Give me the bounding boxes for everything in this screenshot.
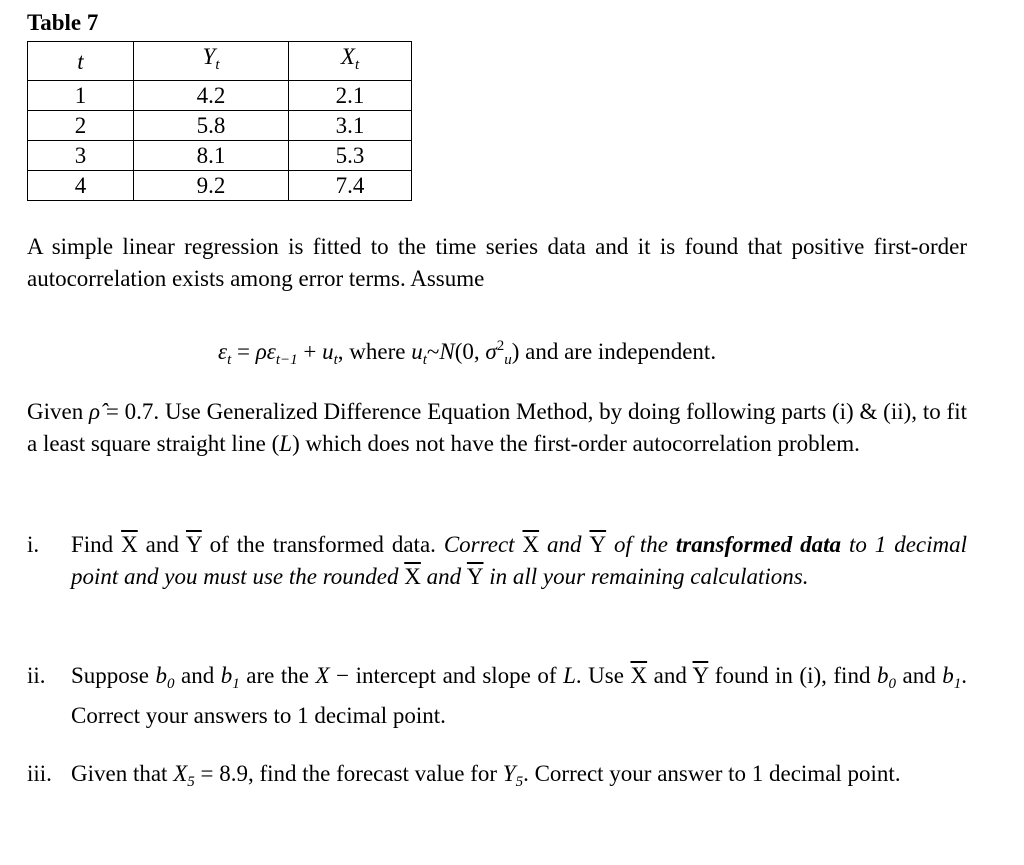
- text-fragment: − intercept and slope of: [329, 663, 564, 688]
- text-fragment: are the: [239, 663, 316, 688]
- math-fragment: transformed data: [675, 532, 842, 557]
- question-part-i: i. Find X and Y of the transformed data. …: [27, 529, 967, 593]
- table-cell: 2: [27, 110, 134, 141]
- item-label: ii.: [27, 663, 46, 688]
- math-fragment: X: [173, 761, 188, 786]
- text-fragment: . Correct your answer to 1 decimal point…: [523, 761, 901, 786]
- math-fragment: ε: [218, 339, 228, 364]
- column-header: t: [27, 41, 134, 81]
- math-fragment: X: [315, 663, 330, 688]
- text-fragment: A simple linear regression is fitted to …: [27, 234, 967, 291]
- text-fragment: = 8.9, find the forecast value for: [194, 761, 503, 786]
- table-cell: 5.3: [288, 140, 412, 171]
- text-fragment: and: [895, 663, 943, 688]
- mean-symbol: Y: [185, 532, 202, 557]
- table-cell: 8.1: [133, 140, 289, 171]
- text-fragment: +: [297, 339, 323, 364]
- table-cell: 7.4: [288, 170, 412, 201]
- table-cell: 9.2: [133, 170, 289, 201]
- text-fragment: and: [174, 663, 221, 688]
- mean-symbol: X: [404, 564, 421, 589]
- math-fragment: 1: [232, 676, 240, 692]
- text-fragment: ~: [426, 339, 440, 364]
- text-fragment: of the transformed data.: [201, 532, 444, 557]
- intro-paragraph: A simple linear regression is fitted to …: [27, 231, 967, 295]
- autocorrelation-equation: εt = ρεt−1 + ut, where ut~N(0, σ2u) and …: [218, 330, 716, 376]
- column-header: Yt: [133, 41, 289, 81]
- math-fragment: u: [504, 352, 512, 368]
- math-fragment: Y: [202, 44, 216, 69]
- math-fragment: in all your remaining calculations.: [483, 564, 809, 589]
- text-fragment: =: [231, 339, 256, 364]
- math-fragment: Correct: [443, 532, 523, 557]
- math-fragment: and: [420, 564, 467, 589]
- math-fragment: 5: [187, 774, 195, 790]
- given-paragraph: Given ρ̂ = 0.7. Use Generalized Differen…: [27, 396, 967, 460]
- question-part-iii: iii. Given that X5 = 8.9, find the foreca…: [27, 758, 967, 798]
- math-fragment: 5: [515, 774, 524, 790]
- math-fragment: t: [354, 57, 360, 73]
- math-fragment: L: [279, 431, 293, 456]
- math-fragment: u: [411, 339, 423, 364]
- math-fragment: N: [439, 339, 455, 364]
- table-header-row: t Yt Xt: [27, 41, 412, 81]
- math-fragment: X: [340, 44, 355, 69]
- mean-symbol: Y: [466, 564, 484, 589]
- mean-symbol: X: [522, 532, 540, 557]
- text-fragment: Given: [27, 399, 90, 424]
- mean-symbol: X: [121, 532, 138, 557]
- text-fragment: Given that: [71, 761, 174, 786]
- table-cell: 3: [27, 140, 134, 171]
- table-row: 3 8.1 5.3: [27, 140, 412, 171]
- item-text: Find X and Y of the transformed data. Co…: [71, 529, 967, 593]
- math-fragment: 0: [888, 676, 896, 692]
- math-fragment: u: [322, 339, 334, 364]
- text-fragment: Find: [71, 532, 122, 557]
- table-row: 1 4.2 2.1: [27, 80, 412, 111]
- math-fragment: b: [942, 663, 954, 688]
- text-fragment: found in (i), find: [708, 663, 877, 688]
- math-fragment: L: [563, 663, 576, 688]
- item-label: iii.: [27, 761, 52, 786]
- mean-symbol: Y: [589, 532, 607, 557]
- mean-symbol: X: [630, 663, 648, 688]
- text-fragment: and: [647, 663, 693, 688]
- table-cell: 5.8: [133, 110, 289, 141]
- table-cell: 4.2: [133, 80, 289, 111]
- column-header: Xt: [288, 41, 412, 81]
- text-fragment: (0,: [454, 339, 486, 364]
- math-fragment: ρε: [255, 339, 276, 364]
- table-title: Table 7: [27, 10, 99, 35]
- text-fragment: ) which does not have the first-order au…: [292, 431, 860, 456]
- math-fragment: b: [155, 663, 167, 688]
- question-part-ii: ii. Suppose b0 and b1 are the X − interce…: [27, 660, 967, 732]
- table-cell: 4: [27, 170, 134, 201]
- text-fragment: and: [137, 532, 186, 557]
- table-cell: 3.1: [288, 110, 412, 141]
- math-fragment: t: [77, 48, 84, 74]
- math-fragment: t: [215, 57, 220, 73]
- math-fragment: and: [539, 532, 590, 557]
- mean-symbol: Y: [692, 663, 709, 688]
- math-fragment: t−1: [275, 352, 298, 368]
- table-row: 4 9.2 7.4: [27, 170, 412, 201]
- table-row: 2 5.8 3.1: [27, 110, 412, 141]
- data-table: t Yt Xt 1 4.2 2.1 2 5.8 3.1 3 8.1 5.3 4 9.2 7.4: [27, 41, 412, 201]
- math-fragment: b: [876, 663, 889, 688]
- text-fragment: Suppose: [71, 663, 156, 688]
- item-label: i.: [27, 532, 40, 557]
- math-fragment: b: [220, 663, 233, 688]
- item-text: Suppose b0 and b1 are the X − intercept …: [71, 660, 967, 732]
- text-fragment: . Use: [575, 663, 631, 688]
- math-fragment: σ: [485, 339, 497, 364]
- table-cell: 2.1: [288, 80, 412, 111]
- math-fragment: ρ̂: [89, 399, 101, 424]
- item-text: Given that X5 = 8.9, find the forecast v…: [71, 758, 967, 798]
- text-fragment: , where: [337, 339, 412, 364]
- text-fragment: ) and are independent.: [511, 339, 717, 364]
- math-fragment: of the: [606, 532, 676, 557]
- math-fragment: Y: [502, 761, 516, 786]
- table-cell: 1: [27, 80, 134, 111]
